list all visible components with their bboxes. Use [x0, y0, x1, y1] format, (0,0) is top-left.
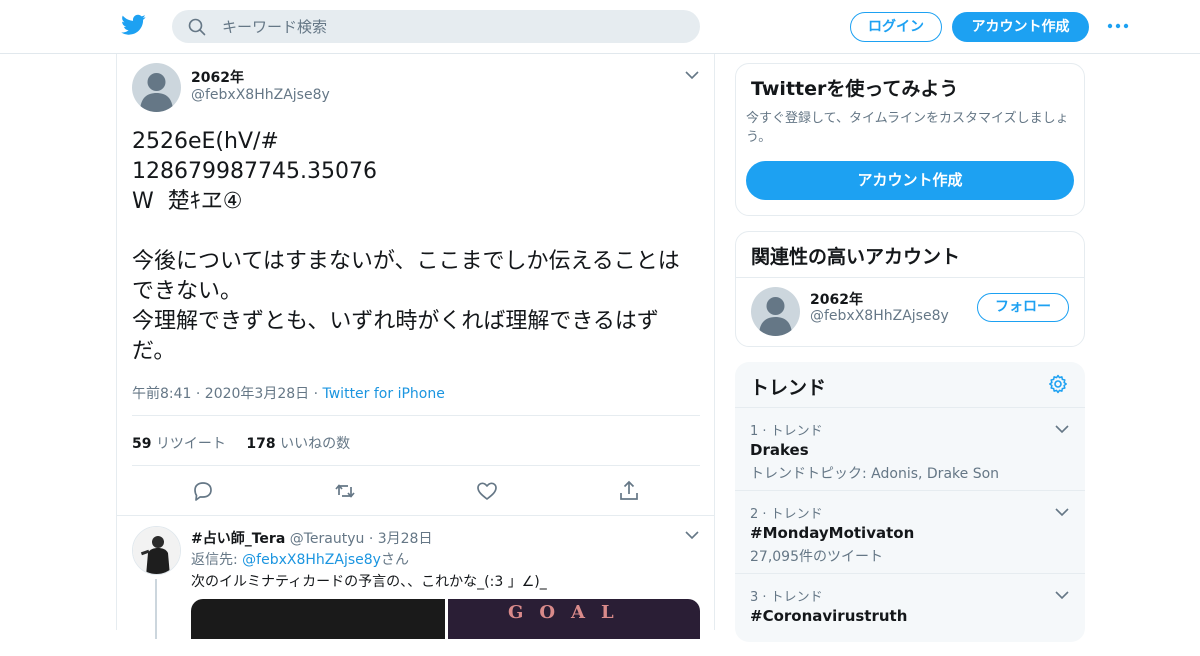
like-count: 178 — [246, 436, 276, 452]
signup-card-description: 今すぐ登録して、タイムラインをカスタマイズしましょう。 — [746, 111, 1069, 145]
trend-meta: 3 · トレンド — [750, 590, 823, 605]
divider — [736, 277, 1084, 278]
trend-title: Drakes — [750, 441, 809, 459]
reply-to-suffix: さん — [380, 552, 409, 568]
tweet-author-handle[interactable]: @febxX8HhZAjse8y — [191, 87, 330, 103]
reply-author-avatar[interactable] — [132, 526, 181, 575]
divider — [132, 415, 700, 416]
retweet-icon[interactable] — [333, 479, 357, 503]
default-avatar-icon — [140, 73, 173, 112]
trends-title: トレンド — [750, 377, 827, 399]
tweet-timestamp: 午前8:41 · 2020年3月28日 · Twitter for iPhone — [132, 383, 445, 403]
tweet-source-link[interactable]: Twitter for iPhone — [323, 386, 445, 402]
reply-image-2[interactable]: GOAL — [448, 599, 700, 639]
trends-card: トレンド 1 · トレンド Drakes トレンドトピック: Adonis, D… — [735, 362, 1085, 642]
trend-meta: 2 · トレンド — [750, 507, 823, 522]
search-input[interactable] — [222, 10, 682, 43]
trend-subtitle: トレンドトピック: Adonis, Drake Son — [750, 466, 1000, 482]
trend-item[interactable]: 3 · トレンド #Coronavirustruth — [735, 573, 1085, 656]
tweet-author-name[interactable]: 2062年 — [191, 67, 244, 87]
reply-header: #占い師_Tera @Terautyu · 3月28日 — [191, 528, 432, 548]
related-account-handle[interactable]: @febxX8HhZAjse8y — [810, 308, 949, 324]
chevron-down-icon[interactable] — [1055, 507, 1069, 517]
like-heart-icon[interactable] — [475, 479, 499, 503]
default-avatar-icon — [759, 297, 792, 336]
reply-image-1[interactable] — [191, 599, 445, 639]
reply-author-name[interactable]: #占い師_Tera — [191, 531, 285, 547]
trend-title: #Coronavirustruth — [750, 607, 908, 625]
retweet-stat[interactable]: 59 リツイート — [132, 436, 226, 452]
trend-meta: 1 · トレンド — [750, 424, 823, 439]
tweet-author-avatar[interactable] — [132, 63, 181, 112]
trend-title: #MondayMotivaton — [750, 524, 915, 542]
related-accounts-card: 関連性の高いアカウント 2062年 @febxX8HhZAjse8y フォロー — [735, 231, 1085, 347]
retweet-stat-label: リツイート — [155, 436, 226, 452]
divider — [132, 465, 700, 466]
chevron-down-icon[interactable] — [1055, 424, 1069, 434]
tweet-column: 2062年 @febxX8HhZAjse8y 2526eE(hV/# 12867… — [116, 54, 715, 639]
reply-author-handle[interactable]: @Terautyu — [290, 531, 365, 547]
trend-item[interactable]: 2 · トレンド #MondayMotivaton 27,095件のツイート — [735, 490, 1085, 573]
reply-icon[interactable] — [191, 479, 215, 503]
related-account-avatar[interactable] — [751, 287, 800, 336]
trend-item[interactable]: 1 · トレンド Drakes トレンドトピック: Adonis, Drake … — [735, 407, 1085, 490]
chevron-down-icon[interactable] — [1055, 590, 1069, 600]
person-avatar-icon — [133, 527, 180, 574]
chevron-down-icon[interactable] — [685, 530, 699, 540]
signup-card-title: Twitterを使ってみよう — [751, 78, 959, 100]
reply-tweet[interactable]: #占い師_Tera @Terautyu · 3月28日 返信先: @febxX8… — [117, 515, 714, 639]
chevron-down-icon[interactable] — [685, 70, 699, 80]
twitter-bird-icon[interactable] — [121, 14, 146, 36]
reply-to-line: 返信先: @febxX8HhZAjse8yさん — [191, 549, 409, 569]
follow-button[interactable]: フォロー — [977, 293, 1069, 322]
reply-to-prefix: 返信先: — [191, 552, 243, 568]
search-box[interactable] — [172, 10, 700, 43]
reply-date[interactable]: · 3月28日 — [364, 531, 433, 547]
more-options-icon[interactable] — [1107, 21, 1129, 31]
tweet-time[interactable]: 午前8:41 · 2020年3月28日 · — [132, 386, 323, 402]
tweet-stats: 59 リツイート 178 いいねの数 — [132, 433, 350, 453]
related-accounts-title: 関連性の高いアカウント — [751, 246, 961, 268]
share-icon[interactable] — [617, 479, 641, 503]
related-account-name[interactable]: 2062年 — [810, 289, 863, 309]
gear-icon[interactable] — [1048, 374, 1068, 394]
top-navigation-bar: ログイン アカウント作成 — [0, 0, 1200, 54]
tweet-text: 2526eE(hV/# 128679987745.35076 W 楚ｷヱ④ 今後… — [132, 129, 680, 364]
reply-text: 次のイルミナティカードの予言の、、これかな_(:3 」∠)_ — [191, 574, 547, 590]
search-icon — [188, 18, 206, 36]
signup-button[interactable]: アカウント作成 — [952, 12, 1089, 42]
reply-to-handle[interactable]: @febxX8HhZAjse8y — [242, 552, 381, 568]
signup-card-button[interactable]: アカウント作成 — [746, 161, 1074, 200]
like-stat[interactable]: 178 いいねの数 — [246, 436, 350, 452]
signup-card: Twitterを使ってみよう 今すぐ登録して、タイムラインをカスタマイズしましょ… — [735, 63, 1085, 216]
retweet-count: 59 — [132, 436, 152, 452]
like-stat-label: いいねの数 — [280, 436, 351, 452]
login-button[interactable]: ログイン — [850, 12, 942, 42]
trend-subtitle: 27,095件のツイート — [750, 549, 883, 565]
reply-image-text: GOAL — [508, 602, 630, 623]
tweet-action-bar — [117, 479, 714, 509]
thread-line — [155, 579, 157, 639]
